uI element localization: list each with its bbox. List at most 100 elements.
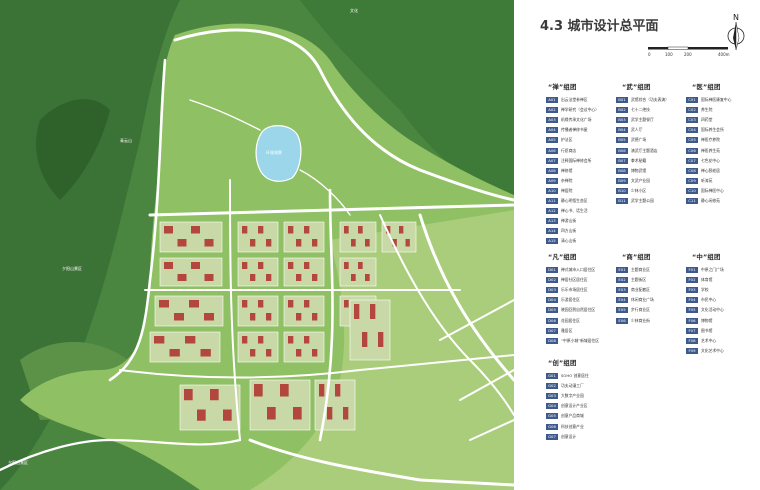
building — [250, 349, 256, 357]
legend-item: D02 禅居社区居住区 — [546, 275, 599, 285]
legend-item-label: 学校 — [701, 287, 709, 293]
legend-code-badge: A05 — [546, 137, 558, 144]
legend-code-badge: A12 — [546, 208, 558, 215]
building — [184, 389, 193, 401]
legend-code-badge: E03 — [616, 287, 628, 294]
legend-code-badge: G04 — [546, 403, 558, 410]
building — [296, 239, 302, 247]
building — [191, 262, 200, 269]
legend-item: C02 养生院 — [686, 105, 731, 115]
group-list: D01 禅式城市入口居住区 D02 禅居社区居住区 D03 乐乐市场居住区 D04 乐游居住区… — [546, 265, 599, 346]
legend-code-badge: A07 — [546, 157, 558, 164]
legend-panel: 4.3 城市设计总平面 N 0 100 200 400m “禅”组团 A01 出云法… — [514, 0, 760, 490]
legend-item-label: 主题商业区 — [631, 267, 650, 273]
building — [254, 384, 263, 397]
legend-item: E02 主题街区 — [616, 275, 654, 285]
legend-item: C06 禅医养生苑 — [686, 145, 731, 155]
building — [296, 313, 302, 321]
building — [304, 336, 310, 344]
legend-item-label: 雅居区 — [561, 327, 573, 333]
legend-item: B06 演武厅主题酒店 — [616, 145, 669, 155]
legend-item: A15 清心山街 — [546, 236, 599, 246]
legend-code-badge: C11 — [686, 197, 698, 204]
legend-item-label: SOHO 创意居住 — [561, 373, 589, 379]
legend-item-label: 养生院 — [701, 107, 713, 113]
legend-item: D08 “中原小城”新城居住区 — [546, 336, 599, 346]
legend-item-label: 步行商业区 — [631, 307, 650, 313]
legend-code-badge: D07 — [546, 327, 558, 334]
building — [312, 349, 318, 357]
legend-item-label: 晓园回到自然居住区 — [561, 307, 596, 313]
building — [250, 239, 256, 247]
legend-code-badge: B01 — [616, 97, 628, 104]
legend-code-badge: G02 — [546, 383, 558, 390]
legend-item: F09 文化艺术中心 — [686, 346, 724, 356]
building — [293, 407, 302, 420]
legend-item-label: 听涛苑 — [701, 177, 713, 183]
legend-item: D07 雅居区 — [546, 326, 599, 336]
building — [288, 336, 294, 344]
building — [351, 274, 356, 281]
legend-item: F04 市民中心 — [686, 295, 724, 305]
building — [174, 313, 184, 321]
building — [312, 239, 318, 247]
legend-code-badge: A08 — [546, 167, 558, 174]
legend-item-label: 文化艺术中心 — [701, 347, 724, 353]
legend-code-badge: C08 — [686, 167, 698, 174]
legend-item-label: 杂禅院 — [561, 177, 573, 183]
legend-item: B04 武人厅 — [616, 125, 669, 135]
legend-item-label: 中原之门广场 — [701, 267, 724, 273]
group-list: B01 武馆综合（功夫表演） B02 七十二绝技 B03 武学主题餐厅 B04 武人厅 B05 武… — [616, 95, 669, 206]
legend-code-badge: F07 — [686, 327, 698, 334]
legend-code-badge: A15 — [546, 238, 558, 245]
legend-item-label: 清心山街 — [561, 238, 577, 244]
legend-item: G05 创意产品商城 — [546, 411, 589, 421]
legend-code-badge: F03 — [686, 287, 698, 294]
map-label-green-mountain: 青云山 — [120, 138, 132, 143]
building — [304, 300, 310, 308]
legend-item-label: 武馆综合（功夫表演） — [631, 97, 669, 103]
legend-item-label: 禅医养生苑 — [701, 147, 720, 153]
legend-code-badge: A09 — [546, 177, 558, 184]
legend-item: A03 机缘传承文化广场 — [546, 115, 599, 125]
legend-item-label: 国际禅医康复中心 — [701, 97, 732, 103]
legend-item-label: 禅心颐老居 — [701, 167, 720, 173]
legend-item: B03 武学主题餐厅 — [616, 115, 669, 125]
building — [258, 226, 264, 234]
building — [296, 274, 302, 281]
legend-code-badge: G03 — [546, 393, 558, 400]
legend-code-badge: B07 — [616, 157, 628, 164]
legend-code-badge: C01 — [686, 97, 698, 104]
legend-item: F02 体育馆 — [686, 275, 724, 285]
legend-item: B02 七十二绝技 — [616, 105, 669, 115]
building — [312, 274, 318, 281]
legend-item: C09 听涛苑 — [686, 176, 731, 186]
map-label-southwest-scenic: 夕阳山景区 — [8, 460, 28, 465]
legend-item: C08 禅心颐老居 — [686, 166, 731, 176]
building — [327, 407, 333, 420]
group-title: “商”组团 — [622, 253, 651, 261]
building — [362, 332, 368, 347]
building — [191, 226, 200, 234]
building — [399, 226, 404, 234]
legend-code-badge: C06 — [686, 147, 698, 154]
legend-item-label: 静心闲修苑 — [701, 197, 720, 203]
building — [358, 226, 363, 234]
legend-item-label: 乐乐市场居住区 — [561, 287, 588, 293]
legend-item-label: 武德广场 — [631, 137, 647, 143]
legend-item: C10 国际禅医中心 — [686, 186, 731, 196]
building — [266, 239, 272, 247]
legend-item: C04 国际养生会所 — [686, 125, 731, 135]
building — [358, 262, 363, 269]
legend-item: G04 创意设计产业区 — [546, 401, 589, 411]
legend-item: A08 禅修馆 — [546, 166, 599, 176]
legend-item: G07 创意设计 — [546, 432, 589, 442]
legend-item-label: 禅医疗养院 — [701, 137, 720, 143]
legend-item: D03 乐乐市场居住区 — [546, 285, 599, 295]
legend-item-label: 禅心书、话生活 — [561, 208, 588, 214]
building — [250, 274, 256, 281]
legend-item: F06 博物馆 — [686, 315, 724, 325]
legend-code-badge: G01 — [546, 373, 558, 380]
legend-item-label: 少林小区 — [631, 187, 647, 193]
legend-item-label: 文武产业园 — [631, 177, 650, 183]
